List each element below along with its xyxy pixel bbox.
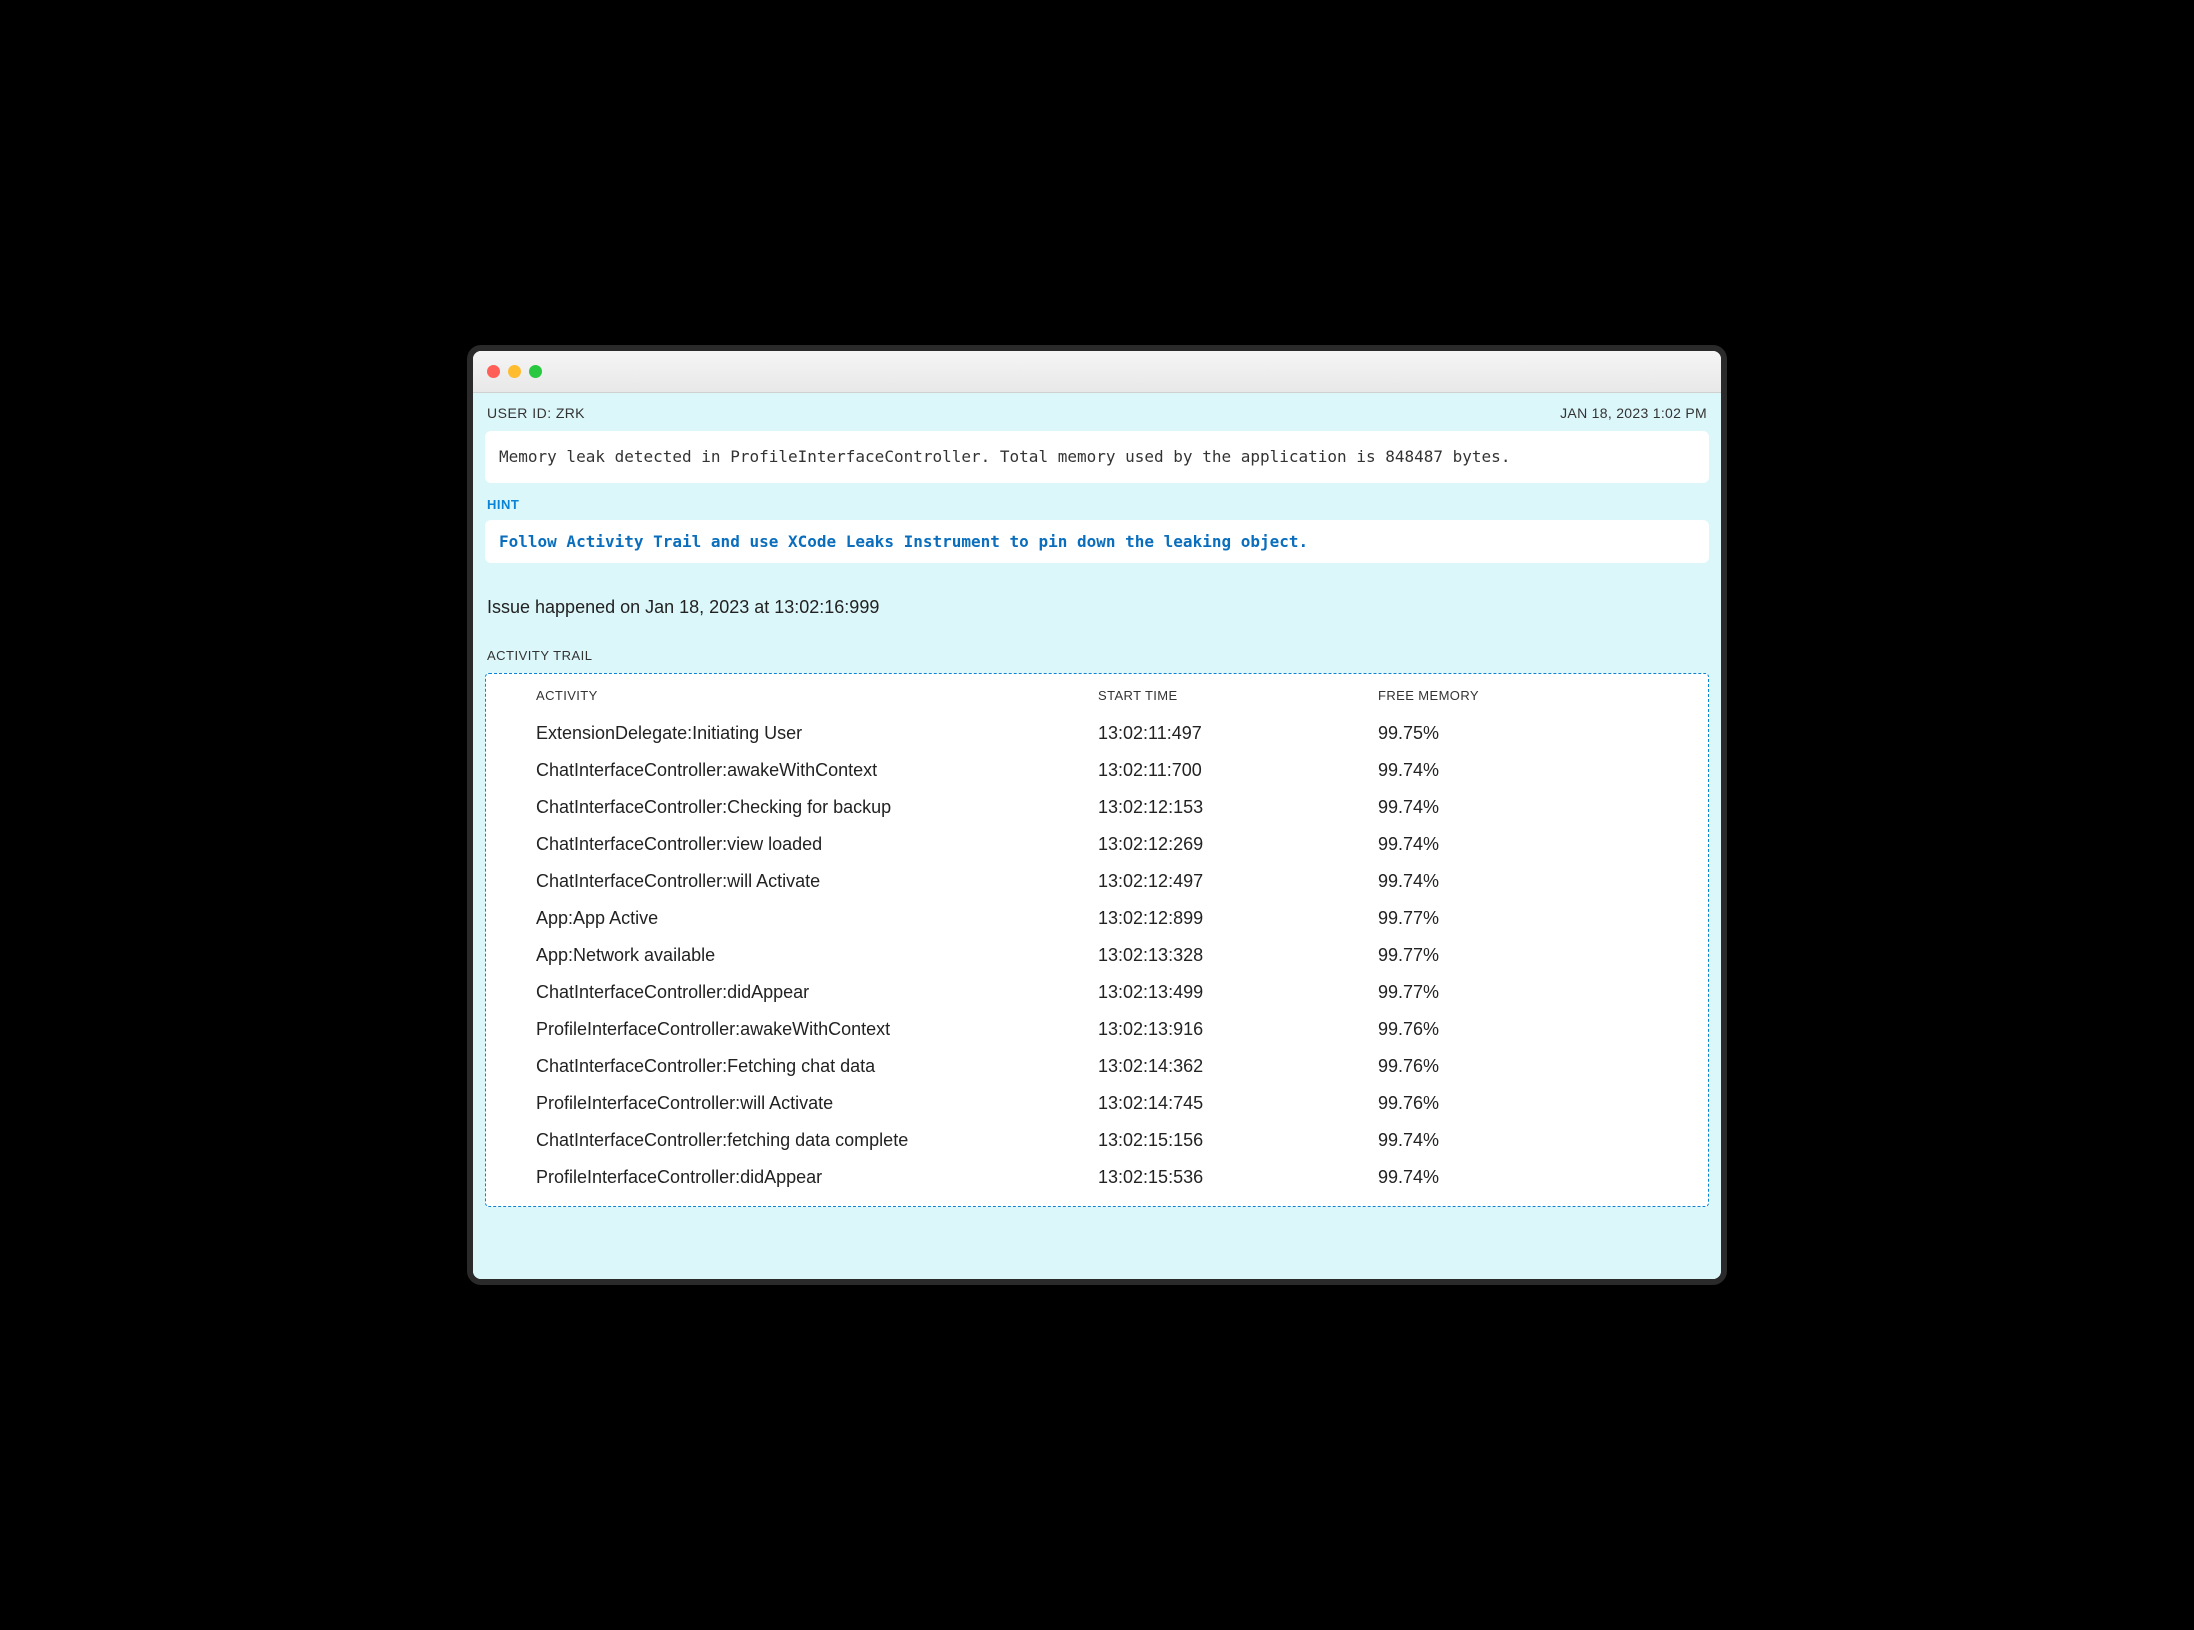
cell-start-time: 13:02:13:328 [1098,945,1378,966]
table-row: ChatInterfaceController:fetching data co… [536,1122,1658,1159]
cell-free-memory: 99.74% [1378,1167,1658,1188]
cell-activity: App:Network available [536,945,1098,966]
cell-start-time: 13:02:12:269 [1098,834,1378,855]
table-row: App:Network available13:02:13:32899.77% [536,937,1658,974]
cell-free-memory: 99.74% [1378,871,1658,892]
cell-start-time: 13:02:12:153 [1098,797,1378,818]
table-row: ChatInterfaceController:will Activate13:… [536,863,1658,900]
timestamp: JAN 18, 2023 1:02 PM [1560,405,1707,421]
hint-text: Follow Activity Trail and use XCode Leak… [485,520,1709,563]
table-row: ExtensionDelegate:Initiating User13:02:1… [536,715,1658,752]
maximize-icon[interactable] [529,365,542,378]
titlebar [473,351,1721,393]
activity-trail-label: ACTIVITY TRAIL [485,648,1709,663]
cell-activity: ChatInterfaceController:awakeWithContext [536,760,1098,781]
table-row: App:App Active13:02:12:89999.77% [536,900,1658,937]
cell-activity: ChatInterfaceController:Checking for bac… [536,797,1098,818]
cell-free-memory: 99.77% [1378,982,1658,1003]
cell-activity: ChatInterfaceController:didAppear [536,982,1098,1003]
cell-free-memory: 99.76% [1378,1019,1658,1040]
table-row: ChatInterfaceController:Fetching chat da… [536,1048,1658,1085]
table-row: ProfileInterfaceController:awakeWithCont… [536,1011,1658,1048]
column-header-free-memory: FREE MEMORY [1378,688,1658,703]
cell-activity: ChatInterfaceController:fetching data co… [536,1130,1098,1151]
issue-timestamp-line: Issue happened on Jan 18, 2023 at 13:02:… [485,597,1709,618]
hint-label: HINT [485,497,1709,512]
content-area[interactable]: USER ID: ZRK JAN 18, 2023 1:02 PM Memory… [473,393,1721,1279]
table-row: ChatInterfaceController:Checking for bac… [536,789,1658,826]
column-header-start-time: START TIME [1098,688,1378,703]
cell-activity: ChatInterfaceController:will Activate [536,871,1098,892]
cell-free-memory: 99.76% [1378,1056,1658,1077]
minimize-icon[interactable] [508,365,521,378]
cell-free-memory: 99.75% [1378,723,1658,744]
cell-start-time: 13:02:11:497 [1098,723,1378,744]
cell-start-time: 13:02:13:499 [1098,982,1378,1003]
cell-activity: ExtensionDelegate:Initiating User [536,723,1098,744]
cell-activity: ProfileInterfaceController:awakeWithCont… [536,1019,1098,1040]
table-row: ProfileInterfaceController:will Activate… [536,1085,1658,1122]
cell-start-time: 13:02:15:536 [1098,1167,1378,1188]
cell-start-time: 13:02:15:156 [1098,1130,1378,1151]
error-message: Memory leak detected in ProfileInterface… [485,431,1709,483]
cell-activity: ProfileInterfaceController:didAppear [536,1167,1098,1188]
cell-start-time: 13:02:14:362 [1098,1056,1378,1077]
cell-free-memory: 99.74% [1378,797,1658,818]
table-header: ACTIVITY START TIME FREE MEMORY [536,684,1658,715]
user-id-label: USER ID: [487,405,552,421]
cell-activity: ChatInterfaceController:Fetching chat da… [536,1056,1098,1077]
cell-free-memory: 99.74% [1378,760,1658,781]
cell-free-memory: 99.74% [1378,834,1658,855]
cell-start-time: 13:02:11:700 [1098,760,1378,781]
header-row: USER ID: ZRK JAN 18, 2023 1:02 PM [485,405,1709,421]
user-id: USER ID: ZRK [487,405,585,421]
user-id-value: ZRK [556,405,585,421]
cell-free-memory: 99.74% [1378,1130,1658,1151]
cell-start-time: 13:02:14:745 [1098,1093,1378,1114]
table-row: ChatInterfaceController:awakeWithContext… [536,752,1658,789]
cell-start-time: 13:02:12:497 [1098,871,1378,892]
close-icon[interactable] [487,365,500,378]
cell-activity: ChatInterfaceController:view loaded [536,834,1098,855]
cell-free-memory: 99.77% [1378,945,1658,966]
column-header-activity: ACTIVITY [536,688,1098,703]
cell-activity: App:App Active [536,908,1098,929]
cell-activity: ProfileInterfaceController:will Activate [536,1093,1098,1114]
cell-free-memory: 99.76% [1378,1093,1658,1114]
table-row: ProfileInterfaceController:didAppear13:0… [536,1159,1658,1196]
cell-start-time: 13:02:13:916 [1098,1019,1378,1040]
cell-start-time: 13:02:12:899 [1098,908,1378,929]
table-row: ChatInterfaceController:view loaded13:02… [536,826,1658,863]
app-window: USER ID: ZRK JAN 18, 2023 1:02 PM Memory… [467,345,1727,1285]
activity-trail-table: ACTIVITY START TIME FREE MEMORY Extensio… [485,673,1709,1207]
table-row: ChatInterfaceController:didAppear13:02:1… [536,974,1658,1011]
cell-free-memory: 99.77% [1378,908,1658,929]
